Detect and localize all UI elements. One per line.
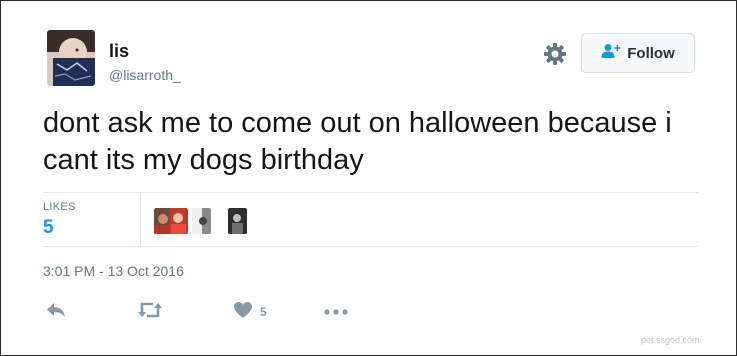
author-handle[interactable]: @lisarroth_	[109, 67, 181, 83]
liker-avatar-3[interactable]	[192, 208, 211, 234]
follow-button[interactable]: Follow	[581, 33, 695, 73]
stats-top-divider	[43, 192, 698, 193]
tweet-text: dont ask me to come out on halloween bec…	[43, 107, 672, 176]
like-button[interactable]: 5	[233, 301, 267, 323]
follow-label: Follow	[627, 44, 675, 62]
author-name[interactable]: lis	[109, 41, 129, 62]
reply-icon	[45, 301, 67, 324]
liker-avatar-4[interactable]	[228, 208, 247, 234]
stats-bottom-divider	[43, 246, 698, 247]
likes-label[interactable]: LIKES	[43, 201, 76, 213]
more-dots-icon	[323, 303, 349, 321]
likes-count[interactable]: 5	[43, 217, 54, 239]
more-button[interactable]	[323, 301, 349, 323]
retweet-button[interactable]	[137, 301, 163, 323]
author-avatar[interactable]	[47, 30, 95, 86]
tweet-card: lis @lisarroth_ Follow dont ask me to co…	[0, 0, 737, 356]
tweet-timestamp[interactable]: 3:01 PM - 13 Oct 2016	[43, 263, 184, 279]
like-count: 5	[260, 305, 267, 319]
reply-button[interactable]	[45, 301, 67, 323]
watermark: pet.ssgod.com	[641, 335, 700, 345]
liker-avatar-2[interactable]	[169, 208, 188, 234]
retweet-icon	[137, 301, 163, 324]
heart-icon	[233, 301, 253, 324]
person-plus-icon	[601, 43, 621, 64]
gear-icon[interactable]	[543, 42, 567, 66]
stats-vertical-divider	[140, 193, 141, 245]
